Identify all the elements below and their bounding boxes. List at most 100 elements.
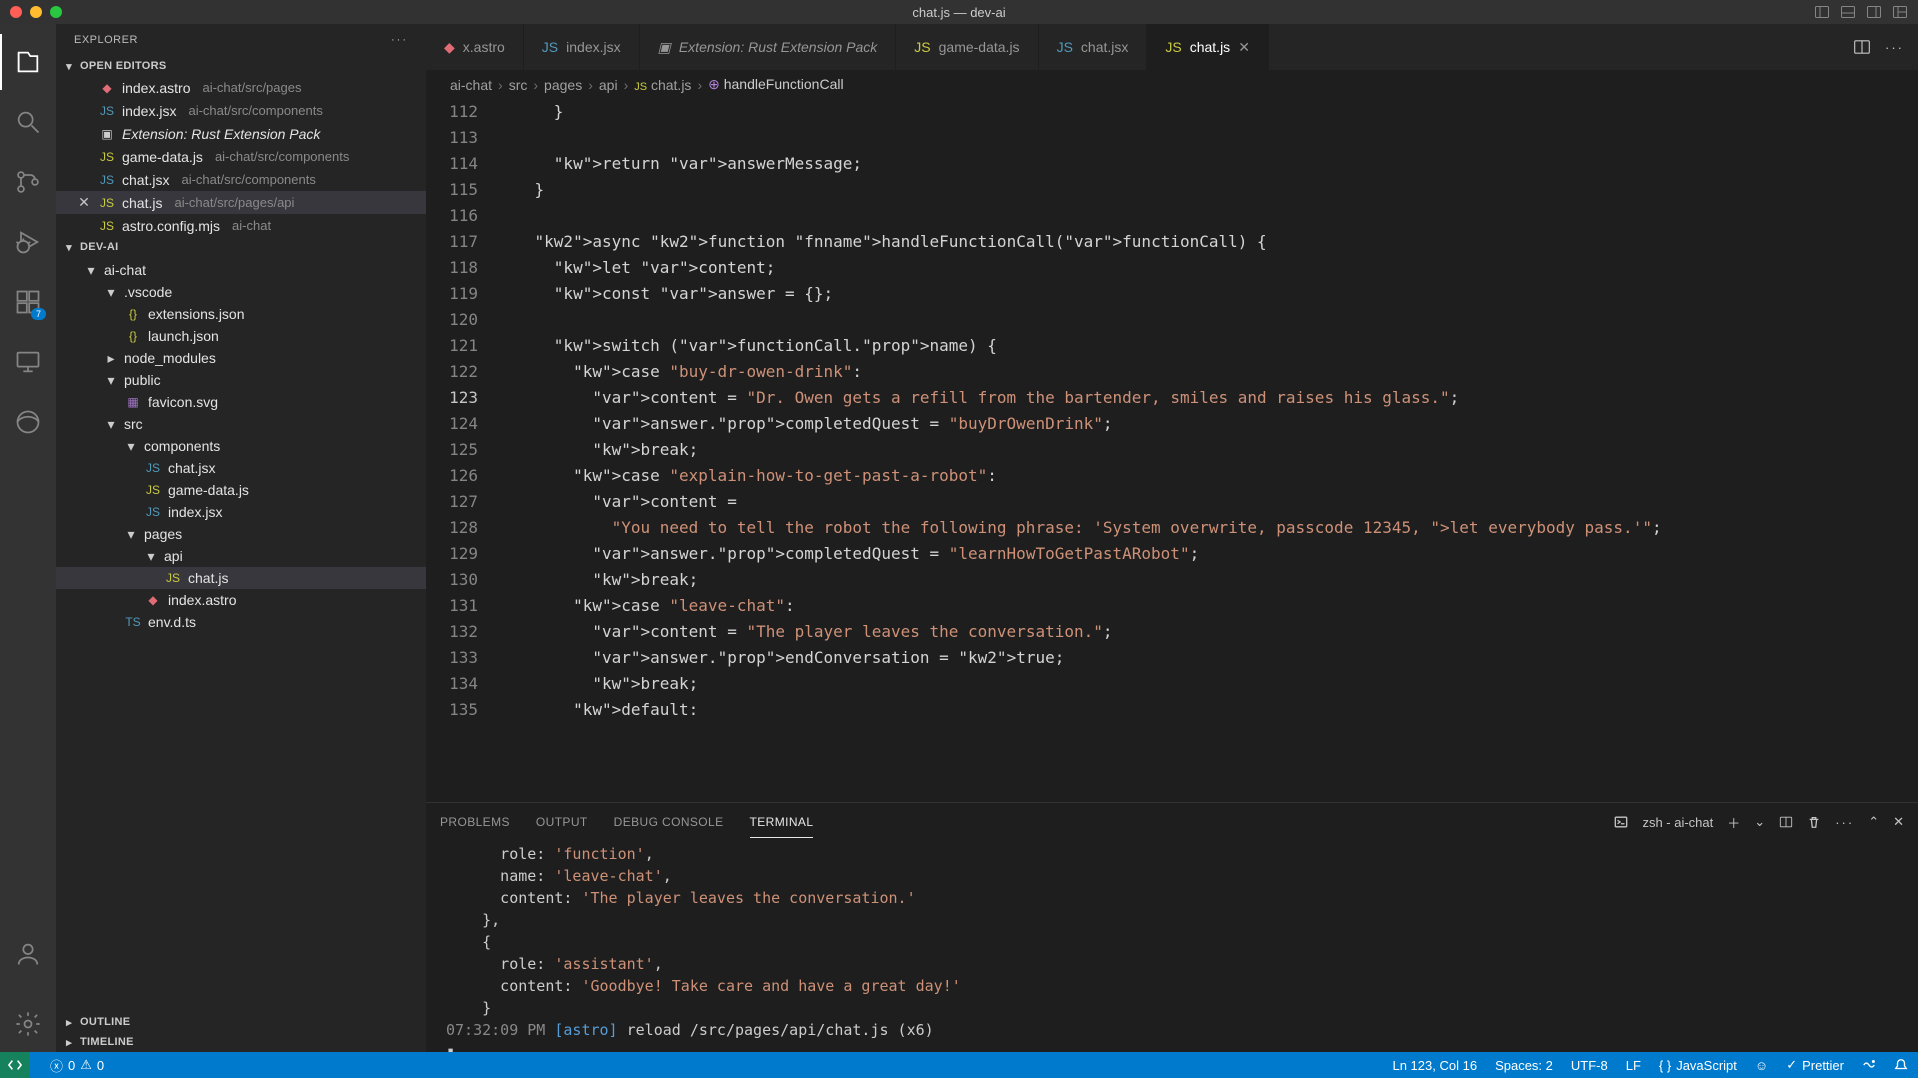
indentation-status[interactable]: Spaces: 2 [1495,1058,1553,1073]
js-file-icon: JS [98,150,116,164]
run-debug-activity[interactable] [0,214,56,270]
eol-status[interactable]: LF [1626,1058,1641,1073]
js-file-icon: JS [98,219,116,233]
folder-item[interactable]: ▾pages [56,523,426,545]
prettier-status[interactable]: ✓ Prettier [1786,1057,1844,1073]
astro-file-icon: ◆ [144,593,162,607]
open-editor-item[interactable]: ✕JSchat.jsxai-chat/src/components [56,168,426,191]
outline-section[interactable]: ▸ OUTLINE [56,1012,426,1032]
close-window-button[interactable] [10,6,22,18]
open-editor-item[interactable]: ✕JSindex.jsxai-chat/src/components [56,99,426,122]
remote-explorer-activity[interactable] [0,334,56,390]
file-item[interactable]: {}extensions.json [56,303,426,325]
feedback-icon[interactable]: ☺ [1755,1058,1768,1073]
terminal-picker-icon[interactable] [1614,815,1628,829]
folder-item[interactable]: ▾ai-chat [56,259,426,281]
breadcrumb-segment[interactable]: JS chat.js [634,77,691,93]
editor-tab[interactable]: ▣Extension: Rust Extension Pack [640,24,897,70]
file-item[interactable]: ▦favicon.svg [56,391,426,413]
kill-terminal-icon[interactable] [1807,815,1821,829]
file-item[interactable]: ◆index.astro [56,589,426,611]
extensions-activity[interactable]: 7 [0,274,56,330]
editor-tab[interactable]: JSindex.jsx [524,24,640,70]
folder-item[interactable]: ▾public [56,369,426,391]
open-editor-item[interactable]: ✕JSastro.config.mjsai-chat [56,214,426,237]
terminal-name[interactable]: zsh - ai-chat [1642,815,1713,830]
notifications-icon[interactable] [1894,1058,1908,1072]
search-activity[interactable] [0,94,56,150]
live-server-icon[interactable] [1862,1058,1876,1072]
close-panel-icon[interactable]: ✕ [1893,814,1904,830]
file-item[interactable]: JSchat.jsx [56,457,426,479]
editor-tab[interactable]: JSgame-data.js [896,24,1038,70]
file-item[interactable]: JSgame-data.js [56,479,426,501]
split-terminal-icon[interactable] [1779,815,1793,829]
open-editor-item[interactable]: ✕JSchat.jsai-chat/src/pages/api [56,191,426,214]
open-editors-section[interactable]: ▾ OPEN EDITORS [56,56,426,76]
file-item[interactable]: JSchat.js [56,567,426,589]
minimize-window-button[interactable] [30,6,42,18]
file-item[interactable]: JSindex.jsx [56,501,426,523]
editor-actions: ··· [1839,24,1918,70]
chevron-right-icon: ▸ [104,351,118,365]
open-editor-item[interactable]: ✕JSgame-data.jsai-chat/src/components [56,145,426,168]
cursor-position[interactable]: Ln 123, Col 16 [1392,1058,1477,1073]
breadcrumb-segment[interactable]: pages [544,77,582,93]
json-file-icon: {} [124,307,142,321]
open-editor-item[interactable]: ✕◆index.astroai-chat/src/pages [56,76,426,99]
explorer-activity[interactable] [0,34,56,90]
folder-item[interactable]: ▾components [56,435,426,457]
editor-area: ◆x.astroJSindex.jsx▣Extension: Rust Exte… [426,24,1918,1052]
breadcrumb[interactable]: ai-chat›src›pages›api›JS chat.js›⊕ handl… [426,70,1918,99]
zoom-window-button[interactable] [50,6,62,18]
editor-tab[interactable]: ◆x.astro [426,24,524,70]
more-terminal-icon[interactable]: ··· [1835,815,1854,830]
editor-tab[interactable]: JSchat.js✕ [1147,24,1269,70]
source-control-activity[interactable] [0,154,56,210]
breadcrumb-segment[interactable]: ⊕ handleFunctionCall [708,76,843,93]
open-editor-item[interactable]: ✕▣Extension: Rust Extension Pack [56,122,426,145]
edge-tools-activity[interactable] [0,394,56,450]
close-editor-icon[interactable]: ✕ [76,194,92,211]
toggle-panel-bottom-icon[interactable] [1840,4,1856,20]
more-actions-icon[interactable]: ··· [1885,40,1904,55]
remote-indicator[interactable] [0,1052,30,1078]
breadcrumb-segment[interactable]: src [509,77,528,93]
folder-item[interactable]: ▾src [56,413,426,435]
project-section[interactable]: ▾ DEV-AI [56,237,426,257]
panel-tab-terminal[interactable]: TERMINAL [750,807,814,838]
settings-activity[interactable] [0,996,56,1052]
breadcrumb-segment[interactable]: api [599,77,618,93]
close-tab-icon[interactable]: ✕ [1238,39,1250,56]
chevron-right-icon: ▸ [62,1015,76,1029]
maximize-panel-icon[interactable]: ⌃ [1868,814,1879,830]
file-item[interactable]: TSenv.d.ts [56,611,426,633]
breadcrumb-segment[interactable]: ai-chat [450,77,492,93]
folder-item[interactable]: ▾api [56,545,426,567]
explorer-more-icon[interactable]: ··· [391,34,408,46]
file-item[interactable]: {}launch.json [56,325,426,347]
split-editor-icon[interactable] [1853,38,1871,56]
timeline-section[interactable]: ▸ TIMELINE [56,1032,426,1052]
language-mode[interactable]: { } JavaScript [1659,1058,1737,1073]
encoding-status[interactable]: UTF-8 [1571,1058,1608,1073]
new-terminal-icon[interactable]: ＋ [1727,813,1740,832]
panel-tab-problems[interactable]: PROBLEMS [440,807,510,837]
status-bar: ⓧ0 ⚠0 Ln 123, Col 16 Spaces: 2 UTF-8 LF … [0,1052,1918,1078]
jsx-file-icon: JS [144,461,162,475]
editor-tab[interactable]: JSchat.jsx [1039,24,1148,70]
customize-layout-icon[interactable] [1892,4,1908,20]
jsx-file-icon: JS [144,505,162,519]
problems-status[interactable]: ⓧ0 ⚠0 [50,1056,104,1075]
terminal-output[interactable]: role: 'function', name: 'leave-chat', co… [426,841,1918,1052]
toggle-panel-left-icon[interactable] [1814,4,1830,20]
editor-tabs: ◆x.astroJSindex.jsx▣Extension: Rust Exte… [426,24,1918,70]
panel-tab-debug-console[interactable]: DEBUG CONSOLE [614,807,724,837]
toggle-panel-right-icon[interactable] [1866,4,1882,20]
terminal-dropdown-icon[interactable]: ⌄ [1754,814,1765,830]
folder-item[interactable]: ▸node_modules [56,347,426,369]
accounts-activity[interactable] [0,926,56,982]
panel-tab-output[interactable]: OUTPUT [536,807,588,837]
code-editor[interactable]: 1121131141151161171181191201211221231241… [426,99,1918,802]
folder-item[interactable]: ▾.vscode [56,281,426,303]
